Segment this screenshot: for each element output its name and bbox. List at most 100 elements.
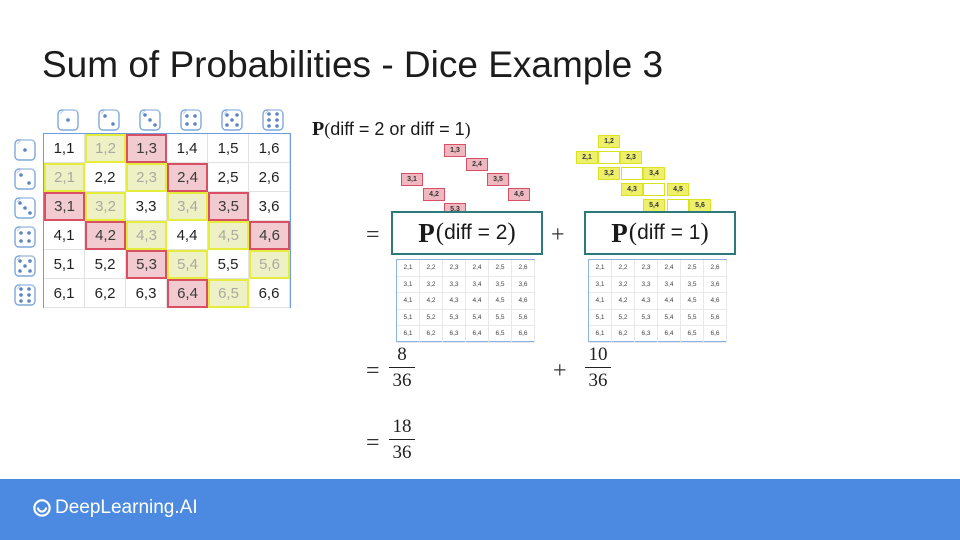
sample-cell: 6,6: [704, 326, 727, 343]
staircase-gap: [621, 167, 643, 180]
outcome-cell: 2,5: [208, 163, 249, 192]
outcome-cell: 1,1: [44, 134, 85, 163]
die-5-icon: [220, 108, 244, 132]
sample-cell: 2,3: [443, 260, 466, 277]
outcome-cell: 4,1: [44, 221, 85, 250]
sample-cell: 4,5: [489, 293, 512, 310]
outcome-cell: 2,1: [44, 163, 85, 192]
sample-cell: 2,6: [704, 260, 727, 277]
outcome-cell: 1,3: [126, 134, 167, 163]
sample-cell: 6,3: [635, 326, 658, 343]
outcome-cell: 6,4: [167, 279, 208, 308]
die-1-icon: [56, 108, 80, 132]
staircase-cell: 4,2: [423, 188, 445, 201]
equals-sign-3: =: [366, 430, 380, 456]
sample-cell: 3,6: [704, 276, 727, 293]
staircase-gap: [598, 151, 620, 164]
sample-cell: 5,6: [512, 309, 535, 326]
fraction-10-36: 10 36: [585, 344, 611, 392]
sample-cell: 5,3: [635, 309, 658, 326]
fraction-bar: [389, 367, 415, 368]
sample-cell: 4,1: [589, 293, 612, 310]
sample-cell: 5,5: [681, 309, 704, 326]
fraction-numerator: 8: [397, 344, 407, 365]
sample-cell: 3,2: [612, 276, 635, 293]
staircase-cell: 2,4: [466, 158, 488, 171]
probability-symbol: P: [312, 118, 325, 140]
staircase-cell: 1,2: [598, 135, 620, 148]
outcome-cell: 4,4: [167, 221, 208, 250]
sample-cell: 5,2: [420, 309, 443, 326]
die-3-icon: [13, 196, 37, 220]
sample-cell: 6,2: [420, 326, 443, 343]
sample-cell: 6,3: [443, 326, 466, 343]
outcome-cell: 1,5: [208, 134, 249, 163]
outcome-cell: 3,3: [126, 192, 167, 221]
sample-cell: 5,1: [397, 309, 420, 326]
sample-cell: 2,5: [681, 260, 704, 277]
outcome-cell: 3,1: [44, 192, 85, 221]
outcome-cell: 6,2: [85, 279, 126, 308]
p-diff1-box: P(diff = 1): [584, 211, 736, 255]
sample-cell: 3,3: [443, 276, 466, 293]
sample-cell: 6,4: [658, 326, 681, 343]
sample-cell: 4,4: [658, 293, 681, 310]
outcome-cell: 3,2: [85, 192, 126, 221]
die-4-icon: [179, 108, 203, 132]
sample-cell: 3,3: [635, 276, 658, 293]
plus-sign-1: +: [551, 222, 565, 248]
outcome-cell: 3,6: [249, 192, 290, 221]
sample-cell: 4,6: [704, 293, 727, 310]
fraction-bar: [585, 367, 611, 368]
sample-cell: 3,5: [681, 276, 704, 293]
outcome-cell: 5,5: [208, 250, 249, 279]
sample-cell: 6,5: [681, 326, 704, 343]
outcome-cell: 1,2: [85, 134, 126, 163]
outcome-cell: 2,2: [85, 163, 126, 192]
sample-cell: 2,2: [612, 260, 635, 277]
sample-cell: 4,4: [466, 293, 489, 310]
sample-cell: 6,1: [589, 326, 612, 343]
sample-cell: 4,3: [635, 293, 658, 310]
sample-cell: 3,1: [589, 276, 612, 293]
equals-sign-2: =: [366, 358, 380, 384]
fraction-numerator: 10: [588, 344, 608, 365]
sample-cell: 3,1: [397, 276, 420, 293]
outcome-cell: 4,6: [249, 221, 290, 250]
fraction-8-36: 8 36: [389, 344, 415, 392]
sample-space-grid-right: 2,1 2,2 2,3 2,4 2,5 2,6 3,1 3,2 3,3 3,4 3,5 3,6 4,1 4…: [588, 259, 727, 343]
outcome-cell: 5,2: [85, 250, 126, 279]
sample-cell: 3,4: [466, 276, 489, 293]
sample-cell: 2,5: [489, 260, 512, 277]
sample-cell: 2,1: [589, 260, 612, 277]
fraction-bar: [389, 439, 415, 440]
outcome-cell: 5,3: [126, 250, 167, 279]
sample-cell: 3,2: [420, 276, 443, 293]
staircase-cell: 3,2: [598, 167, 620, 180]
sample-cell: 6,2: [612, 326, 635, 343]
outcome-cell: 2,3: [126, 163, 167, 192]
fraction-numerator: 18: [392, 416, 412, 437]
fraction-18-36: 18 36: [389, 416, 415, 464]
sample-cell: 3,4: [658, 276, 681, 293]
sample-cell: 6,6: [512, 326, 535, 343]
outcome-cell: 5,1: [44, 250, 85, 279]
footer-bar: DeepLearning.AI: [0, 479, 960, 540]
sample-cell: 6,4: [466, 326, 489, 343]
sample-cell: 5,4: [658, 309, 681, 326]
sample-cell: 6,1: [397, 326, 420, 343]
sample-cell: 3,6: [512, 276, 535, 293]
staircase-cell: 4,6: [508, 188, 530, 201]
sample-cell: 2,4: [658, 260, 681, 277]
die-3-icon: [138, 108, 162, 132]
sample-cell: 5,6: [704, 309, 727, 326]
staircase-cell: 4,5: [667, 183, 689, 196]
fraction-denominator: 36: [392, 370, 412, 391]
sample-cell: 2,2: [420, 260, 443, 277]
staircase-cell: 3,5: [487, 173, 509, 186]
sample-cell: 5,4: [466, 309, 489, 326]
sample-cell: 2,3: [635, 260, 658, 277]
die-5-icon: [13, 254, 37, 278]
fraction-denominator: 36: [392, 442, 412, 463]
outcome-cell: 2,4: [167, 163, 208, 192]
